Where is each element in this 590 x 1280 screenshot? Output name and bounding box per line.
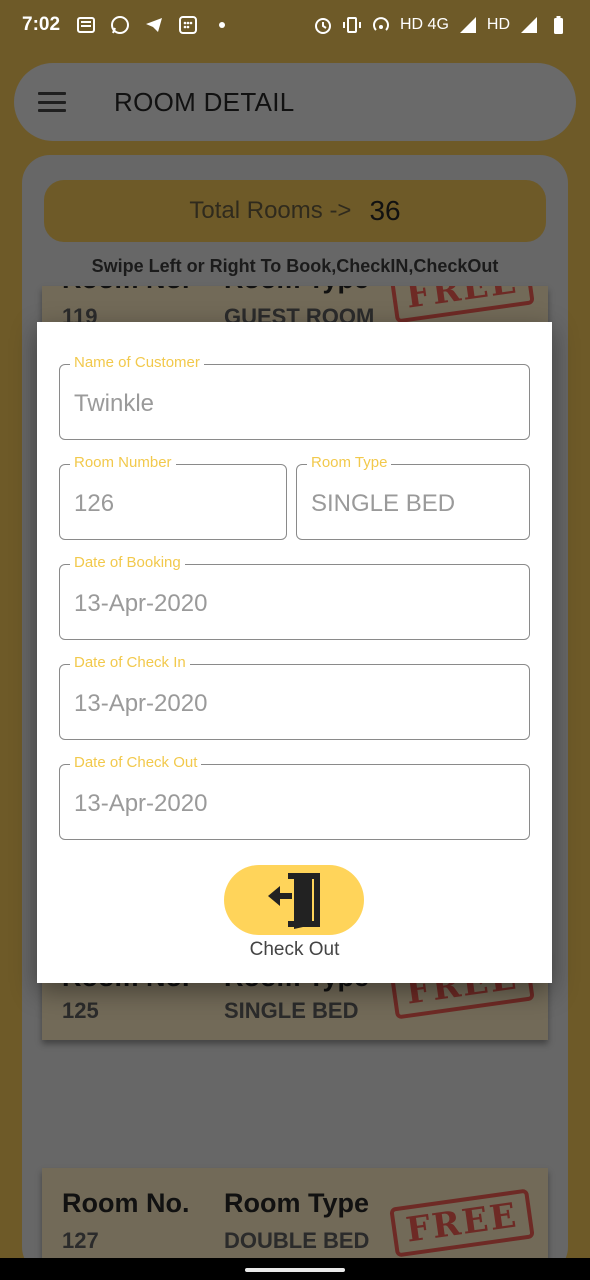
checkout-date-value: 13-Apr-2020 xyxy=(74,790,208,817)
room-type-label: Room Type xyxy=(307,454,392,471)
booking-date-field[interactable]: Date of Booking 13-Apr-2020 xyxy=(59,554,530,640)
whatsapp-icon xyxy=(111,16,130,34)
room-number: 125 xyxy=(62,998,99,1023)
booking-date-label: Date of Booking xyxy=(70,554,185,571)
room-type-field[interactable]: Room Type SINGLE BED xyxy=(296,454,530,540)
battery-icon xyxy=(554,16,563,34)
customer-name-label: Name of Customer xyxy=(70,354,204,371)
booking-date-value: 13-Apr-2020 xyxy=(74,590,208,617)
room-no-header: Room No. xyxy=(62,1188,190,1218)
swipe-hint: Swipe Left or Right To Book,CheckIN,Chec… xyxy=(91,256,499,276)
room-number-label: Room Number xyxy=(70,454,176,471)
room-type-header: Room Type xyxy=(224,286,369,295)
checkin-date-value: 13-Apr-2020 xyxy=(74,690,208,717)
total-rooms-label: Total Rooms -> xyxy=(189,197,352,224)
customer-name-value: Twinkle xyxy=(74,390,155,417)
vibrate-icon xyxy=(342,17,361,33)
system-icons: HD 4G HD xyxy=(313,15,568,35)
free-stamp: FREE xyxy=(389,286,535,324)
telegram-icon xyxy=(146,18,163,32)
room-type-value: SINGLE BED xyxy=(311,490,456,517)
checkout-button[interactable] xyxy=(224,865,364,935)
checkout-date-label: Date of Check Out xyxy=(70,754,202,771)
room-number: 127 xyxy=(62,1228,99,1253)
free-stamp: FREE xyxy=(389,1188,535,1258)
hotspot-icon xyxy=(373,17,389,31)
signal-2-icon xyxy=(521,17,537,33)
status-bar: 7:02 HD 4G HD xyxy=(0,0,590,50)
room-type: DOUBLE BED xyxy=(224,1228,370,1253)
room-no-header: Room No. xyxy=(62,286,190,295)
hamburger-menu-icon[interactable] xyxy=(38,92,66,112)
total-rooms-banner: Total Rooms -> 36 xyxy=(44,180,546,242)
signal-icon xyxy=(459,17,476,33)
home-gesture-handle[interactable] xyxy=(245,1268,345,1272)
alarm-icon xyxy=(314,18,331,34)
total-rooms-count: 36 xyxy=(369,195,401,226)
exit-door-icon xyxy=(268,873,320,929)
news-icon xyxy=(77,17,96,33)
dot-icon xyxy=(219,22,226,28)
network-type-text: HD 4G xyxy=(399,16,449,33)
page-title: ROOM DETAIL xyxy=(114,86,295,117)
room-type-header: Room Type xyxy=(224,1188,370,1218)
room-number-field[interactable]: Room Number 126 xyxy=(59,454,287,540)
checkin-date-field[interactable]: Date of Check In 13-Apr-2020 xyxy=(59,654,530,740)
customer-name-field[interactable]: Name of Customer Twinkle xyxy=(59,354,530,440)
room-card[interactable]: Room No. Room Type 127 DOUBLE BED FREE xyxy=(42,1168,548,1268)
network-type-text-2: HD xyxy=(486,16,510,33)
room-number-value: 126 xyxy=(74,490,115,517)
room-type: SINGLE BED xyxy=(224,998,359,1023)
notification-icons xyxy=(76,15,232,35)
checkout-dialog: Name of Customer Twinkle Room Number 126… xyxy=(37,322,552,983)
status-time: 7:02 xyxy=(22,14,61,35)
checkout-date-field[interactable]: Date of Check Out 13-Apr-2020 xyxy=(59,754,530,840)
app-bar: ROOM DETAIL xyxy=(14,63,576,141)
checkout-button-label: Check Out xyxy=(249,939,340,960)
checkin-date-label: Date of Check In xyxy=(70,654,190,671)
calendar-app-icon xyxy=(179,16,198,34)
